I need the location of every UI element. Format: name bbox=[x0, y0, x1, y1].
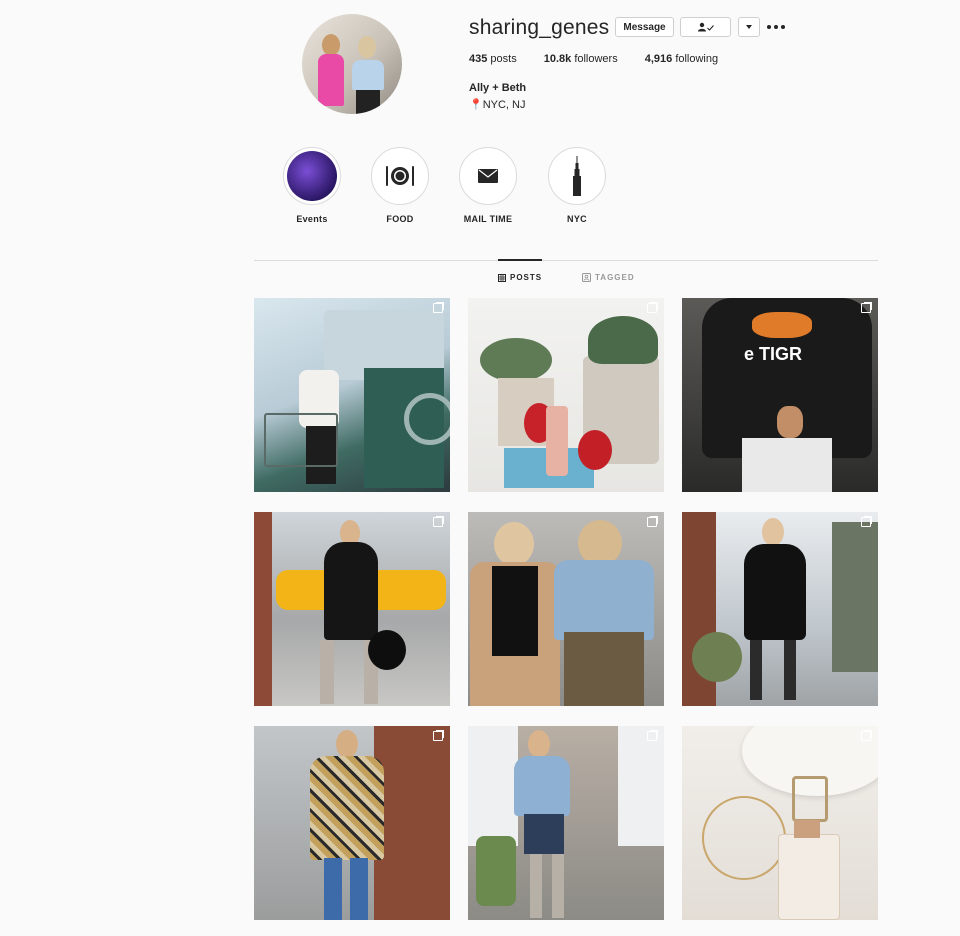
post-denim-skirt[interactable] bbox=[468, 726, 664, 920]
following-link[interactable]: 4,916 following bbox=[645, 53, 718, 65]
tagged-person-icon bbox=[582, 273, 591, 282]
post-leather-dress[interactable] bbox=[254, 512, 450, 706]
avatar-figure bbox=[356, 90, 380, 114]
highlight-events[interactable]: Events bbox=[272, 147, 352, 224]
empire-state-building-icon bbox=[573, 156, 581, 196]
highlight-label: NYC bbox=[567, 214, 587, 224]
following-button[interactable] bbox=[680, 17, 731, 37]
chevron-down-icon bbox=[746, 25, 752, 29]
highlight-label: MAIL TIME bbox=[463, 214, 513, 224]
highlight-mail-time[interactable]: MAIL TIME bbox=[448, 147, 528, 224]
multiple-posts-icon bbox=[433, 517, 443, 527]
multiple-posts-icon bbox=[647, 731, 657, 741]
avatar-figure bbox=[318, 54, 344, 106]
followers-link[interactable]: 10.8k followers bbox=[544, 53, 618, 65]
pin-icon: 📍 bbox=[469, 99, 483, 111]
profile-stats: 435 posts 10.8k followers 4,916 followin… bbox=[469, 53, 718, 65]
highlight-nyc[interactable]: NYC bbox=[537, 147, 617, 224]
tab-tagged[interactable]: TAGGED bbox=[582, 273, 635, 282]
message-button[interactable]: Message bbox=[615, 17, 674, 37]
multiple-posts-icon bbox=[433, 303, 443, 313]
avatar-figure bbox=[322, 34, 340, 56]
profile-full-name: Ally + Beth bbox=[469, 82, 527, 94]
multiple-posts-icon bbox=[861, 303, 871, 313]
post-black-dress[interactable] bbox=[682, 512, 878, 706]
post-jewelry-flatlay[interactable] bbox=[682, 726, 878, 920]
more-options-icon[interactable] bbox=[767, 17, 785, 37]
profile-bio-location: 📍NYC, NJ bbox=[469, 99, 526, 111]
highlight-food[interactable]: FOOD bbox=[360, 147, 440, 224]
profile-username: sharing_genes bbox=[469, 16, 610, 39]
posts-count: 435 posts bbox=[469, 53, 517, 65]
highlight-label: FOOD bbox=[386, 214, 414, 224]
envelope-icon bbox=[478, 169, 498, 183]
avatar-figure bbox=[358, 36, 376, 58]
active-tab-indicator bbox=[498, 259, 542, 261]
multiple-posts-icon bbox=[861, 731, 871, 741]
multiple-posts-icon bbox=[861, 517, 871, 527]
post-strawberries[interactable] bbox=[468, 298, 664, 492]
plate-utensils-icon bbox=[386, 166, 414, 186]
grid-icon bbox=[498, 273, 506, 282]
multiple-posts-icon bbox=[647, 517, 657, 527]
highlight-label: Events bbox=[296, 214, 328, 224]
multiple-posts-icon bbox=[647, 303, 657, 313]
profile-avatar[interactable] bbox=[302, 14, 402, 114]
post-plaid-blazer[interactable] bbox=[254, 726, 450, 920]
suggestions-dropdown-button[interactable] bbox=[738, 17, 760, 37]
post-two-friends[interactable] bbox=[468, 512, 664, 706]
post-laundromat[interactable] bbox=[254, 298, 450, 492]
events-cover-image bbox=[287, 151, 337, 201]
person-check-icon bbox=[697, 22, 714, 32]
avatar-figure bbox=[352, 60, 384, 90]
tab-posts[interactable]: POSTS bbox=[498, 273, 542, 282]
post-tiger-sweater[interactable]: e TIGR bbox=[682, 298, 878, 492]
multiple-posts-icon bbox=[433, 731, 443, 741]
tabs-divider bbox=[254, 260, 878, 261]
